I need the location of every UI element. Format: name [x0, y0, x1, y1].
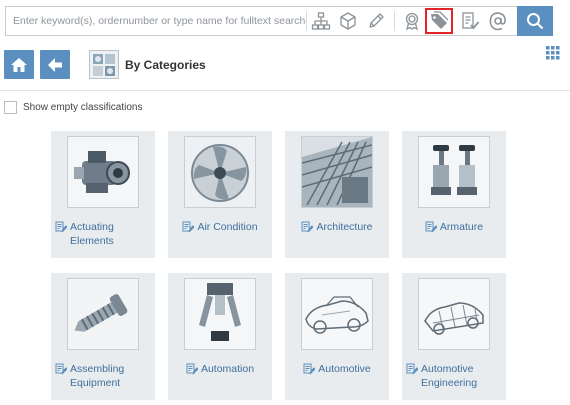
category-caption[interactable]: Architecture [289, 220, 385, 234]
category-image [184, 278, 256, 350]
category-caption[interactable]: Assembling Equipment [55, 362, 151, 390]
search-button[interactable] [517, 6, 553, 36]
category-image [301, 136, 373, 208]
category-collage-icon [93, 53, 115, 76]
top-bar [0, 0, 570, 44]
category-tile-air-condition[interactable]: Air Condition [168, 131, 272, 258]
category-tile-armature[interactable]: Armature [402, 131, 506, 258]
category-label: Armature [439, 221, 484, 233]
edit-document-icon [406, 363, 418, 375]
category-tile-automotive-engineering[interactable]: Automotive Engineering [402, 273, 506, 400]
show-empty-checkbox[interactable] [4, 101, 17, 114]
pencil-icon[interactable] [364, 10, 388, 32]
home-icon [11, 57, 27, 72]
category-image [301, 278, 373, 350]
category-tile-architecture[interactable]: Architecture [285, 131, 389, 258]
back-button[interactable] [40, 50, 70, 79]
hierarchy-icon[interactable] [309, 10, 333, 32]
category-thumbnail [89, 50, 119, 79]
page-title: By Categories [125, 58, 206, 72]
category-image [418, 278, 490, 350]
category-tile-assembling-equipment[interactable]: Assembling Equipment [51, 273, 155, 400]
category-label: Automotive [318, 363, 371, 375]
category-label: Assembling Equipment [70, 363, 125, 389]
cube-icon[interactable] [336, 10, 360, 32]
category-image [418, 136, 490, 208]
category-caption[interactable]: Air Condition [172, 220, 268, 234]
edit-document-icon [186, 363, 198, 375]
edit-document-icon [182, 221, 195, 233]
edit-document-icon [55, 221, 67, 233]
edit-document-icon [301, 221, 314, 233]
show-empty-label: Show empty classifications [23, 102, 143, 113]
search-box [5, 6, 553, 36]
category-label: Automation [200, 363, 255, 375]
category-tile-automotive[interactable]: Automotive [285, 273, 389, 400]
category-caption[interactable]: Armature [406, 220, 502, 234]
certificate-icon[interactable] [400, 10, 424, 32]
category-image [67, 136, 139, 208]
search-input[interactable] [6, 7, 320, 35]
category-label: Automotive Engineering [421, 363, 478, 389]
category-image [67, 278, 139, 350]
arrow-left-icon [48, 57, 62, 72]
grid-view-icon[interactable] [546, 46, 560, 60]
category-tile-automation[interactable]: Automation [168, 273, 272, 400]
header-divider [0, 90, 570, 91]
home-button[interactable] [4, 50, 34, 79]
category-caption[interactable]: Automation [172, 362, 268, 376]
category-caption[interactable]: Automotive Engineering [406, 362, 502, 390]
search-icon [527, 13, 544, 30]
at-icon[interactable] [486, 10, 510, 32]
category-caption[interactable]: Automotive [289, 362, 385, 376]
category-caption[interactable]: Actuating Elements [55, 220, 151, 248]
category-label: Air Condition [197, 221, 258, 233]
tag-icon[interactable] [425, 8, 453, 34]
separator [306, 11, 307, 31]
category-tile-actuating-elements[interactable]: Actuating Elements [51, 131, 155, 258]
separator [394, 11, 395, 31]
category-image [184, 136, 256, 208]
checklist-icon[interactable] [458, 10, 482, 32]
edit-document-icon [425, 221, 437, 233]
edit-document-icon [55, 363, 67, 375]
edit-document-icon [303, 363, 316, 375]
category-label: Actuating Elements [70, 221, 114, 247]
category-label: Architecture [316, 221, 373, 233]
